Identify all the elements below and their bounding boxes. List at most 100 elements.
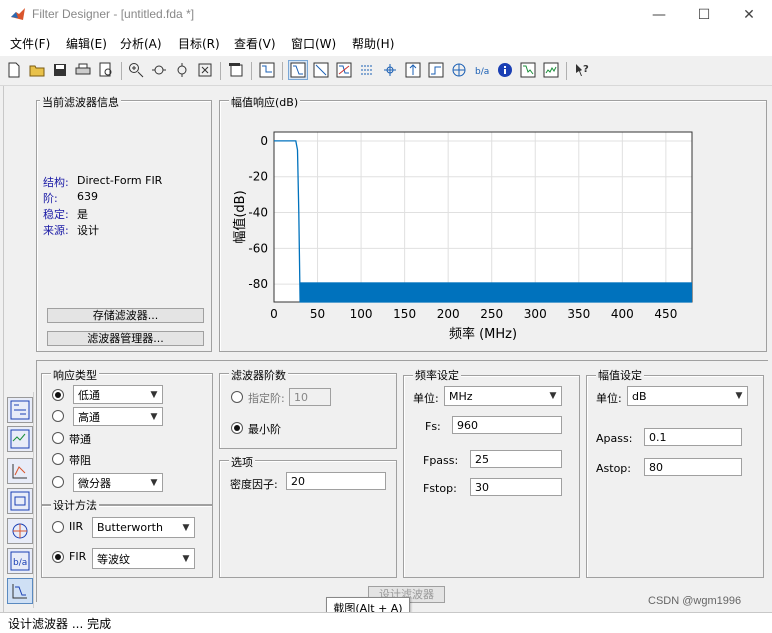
x-tick-label: 400 bbox=[611, 307, 634, 321]
fs-label: Fs: bbox=[425, 420, 441, 433]
menu-window[interactable]: 窗口(W) bbox=[291, 35, 336, 52]
fir-method-select[interactable]: 等波纹 ▼ bbox=[92, 548, 195, 569]
filter-manager-button[interactable]: 滤波器管理器... bbox=[47, 331, 204, 346]
response-type-title: 响应类型 bbox=[51, 367, 99, 383]
density-factor-input[interactable]: 20 bbox=[286, 472, 386, 490]
specify-order-input[interactable]: 10 bbox=[289, 388, 331, 406]
fstop-input[interactable]: 30 bbox=[470, 478, 562, 496]
differentiator-select[interactable]: 微分器 ▼ bbox=[73, 473, 163, 492]
y-tick-label: -80 bbox=[248, 277, 268, 291]
info-icon[interactable] bbox=[495, 60, 515, 80]
bandpass-label: 带通 bbox=[69, 433, 91, 446]
x-tick-label: 450 bbox=[654, 307, 677, 321]
fs-input[interactable]: 960 bbox=[452, 416, 562, 434]
iir-method-select[interactable]: Butterworth ▼ bbox=[92, 517, 195, 538]
phase-delay-icon[interactable] bbox=[380, 60, 400, 80]
structure-label: 结构: bbox=[43, 176, 69, 189]
transform-filter-icon[interactable] bbox=[7, 397, 33, 423]
chart-grid bbox=[273, 132, 692, 302]
mag-estimate-icon[interactable] bbox=[518, 60, 538, 80]
quantize-filter-icon[interactable] bbox=[7, 426, 33, 452]
store-filter-button[interactable]: 存储滤波器... bbox=[47, 308, 204, 323]
maximize-button[interactable]: ☐ bbox=[681, 0, 727, 30]
menu-analysis[interactable]: 分析(A) bbox=[120, 35, 162, 52]
chevron-down-icon: ▼ bbox=[150, 389, 158, 400]
menu-file[interactable]: 文件(F) bbox=[10, 35, 50, 52]
highpass-radio[interactable] bbox=[52, 410, 64, 422]
mag-unit-select[interactable]: dB ▼ bbox=[627, 386, 748, 406]
filter-order-panel bbox=[219, 373, 397, 449]
freq-unit-label: 单位: bbox=[413, 392, 439, 405]
round-off-noise-icon[interactable] bbox=[541, 60, 561, 80]
svg-text:b/a: b/a bbox=[13, 558, 27, 568]
iir-radio[interactable] bbox=[52, 521, 64, 533]
density-factor-label: 密度因子: bbox=[230, 478, 278, 491]
fpass-input[interactable]: 25 bbox=[470, 450, 562, 468]
fir-label: FIR bbox=[69, 550, 87, 563]
print-preview-icon[interactable] bbox=[96, 60, 116, 80]
fir-radio[interactable] bbox=[52, 551, 64, 563]
whats-this-help-icon[interactable]: ? bbox=[572, 60, 592, 80]
apass-label: Apass: bbox=[596, 432, 633, 445]
fstop-label: Fstop: bbox=[423, 482, 457, 495]
full-view-icon[interactable] bbox=[195, 60, 215, 80]
coefficients-icon[interactable]: b/a bbox=[472, 60, 492, 80]
source-label: 来源: bbox=[43, 224, 69, 237]
bandstop-label: 带阻 bbox=[69, 454, 91, 467]
multirate-filter-icon[interactable] bbox=[7, 518, 33, 544]
menu-edit[interactable]: 编辑(E) bbox=[66, 35, 107, 52]
filter-order-title: 滤波器阶数 bbox=[229, 367, 288, 383]
matlab-icon bbox=[11, 8, 25, 20]
zoom-x-icon[interactable] bbox=[149, 60, 169, 80]
svg-text:b/a: b/a bbox=[475, 67, 489, 77]
lowpass-radio[interactable] bbox=[52, 389, 64, 401]
x-tick-label: 350 bbox=[567, 307, 590, 321]
highpass-select[interactable]: 高通 ▼ bbox=[73, 407, 163, 426]
save-icon[interactable] bbox=[50, 60, 70, 80]
pole-zero-editor-icon[interactable]: b/a bbox=[7, 548, 33, 574]
bandstop-radio[interactable] bbox=[52, 453, 64, 465]
minimum-order-radio[interactable] bbox=[231, 422, 243, 434]
menu-targets[interactable]: 目标(R) bbox=[178, 35, 220, 52]
zoom-in-icon[interactable] bbox=[126, 60, 146, 80]
y-tick-label: -40 bbox=[248, 206, 268, 220]
chevron-down-icon: ▼ bbox=[549, 391, 557, 401]
menu-view[interactable]: 查看(V) bbox=[234, 35, 276, 52]
differentiator-radio[interactable] bbox=[52, 476, 64, 488]
lowpass-select[interactable]: 低通 ▼ bbox=[73, 385, 163, 404]
close-button[interactable]: ✕ bbox=[726, 0, 772, 30]
group-delay-icon[interactable] bbox=[357, 60, 377, 80]
specify-order-radio[interactable] bbox=[231, 391, 243, 403]
phase-response-icon[interactable] bbox=[311, 60, 331, 80]
astop-input[interactable]: 80 bbox=[644, 458, 742, 476]
magnitude-response-chart[interactable]: 0 50 100 150 200 250 300 350 400 450 0 -20 -40 -60 -8… bbox=[220, 110, 766, 350]
zoom-y-icon[interactable] bbox=[172, 60, 192, 80]
import-filter-icon[interactable] bbox=[7, 488, 33, 514]
freq-unit-select[interactable]: MHz ▼ bbox=[444, 386, 562, 406]
new-window-icon[interactable] bbox=[226, 60, 246, 80]
filter-spec-icon[interactable] bbox=[257, 60, 277, 80]
impulse-response-icon[interactable] bbox=[403, 60, 423, 80]
new-file-icon[interactable] bbox=[4, 60, 24, 80]
menu-help[interactable]: 帮助(H) bbox=[352, 35, 394, 52]
mag-phase-icon[interactable] bbox=[334, 60, 354, 80]
status-text: 设计滤波器 ... 完成 bbox=[8, 617, 112, 631]
minimum-order-label: 最小阶 bbox=[248, 423, 281, 436]
toolbar: b/a ? bbox=[0, 56, 772, 86]
minimize-button[interactable]: — bbox=[636, 0, 682, 30]
magnitude-response-icon[interactable] bbox=[288, 60, 308, 80]
bandpass-radio[interactable] bbox=[52, 432, 64, 444]
step-response-icon[interactable] bbox=[426, 60, 446, 80]
y-axis-label: 幅值(dB) bbox=[232, 190, 248, 243]
chevron-down-icon: ▼ bbox=[150, 411, 158, 422]
design-filter-mode-icon[interactable] bbox=[7, 578, 33, 604]
y-tick-label: 0 bbox=[260, 134, 268, 148]
realize-model-icon[interactable] bbox=[7, 458, 33, 484]
pole-zero-icon[interactable] bbox=[449, 60, 469, 80]
apass-input[interactable]: 0.1 bbox=[644, 428, 742, 446]
x-tick-label: 150 bbox=[393, 307, 416, 321]
open-folder-icon[interactable] bbox=[27, 60, 47, 80]
x-tick-label: 50 bbox=[310, 307, 325, 321]
magnitude-response-title: 幅值响应(dB) bbox=[229, 94, 301, 110]
print-icon[interactable] bbox=[73, 60, 93, 80]
